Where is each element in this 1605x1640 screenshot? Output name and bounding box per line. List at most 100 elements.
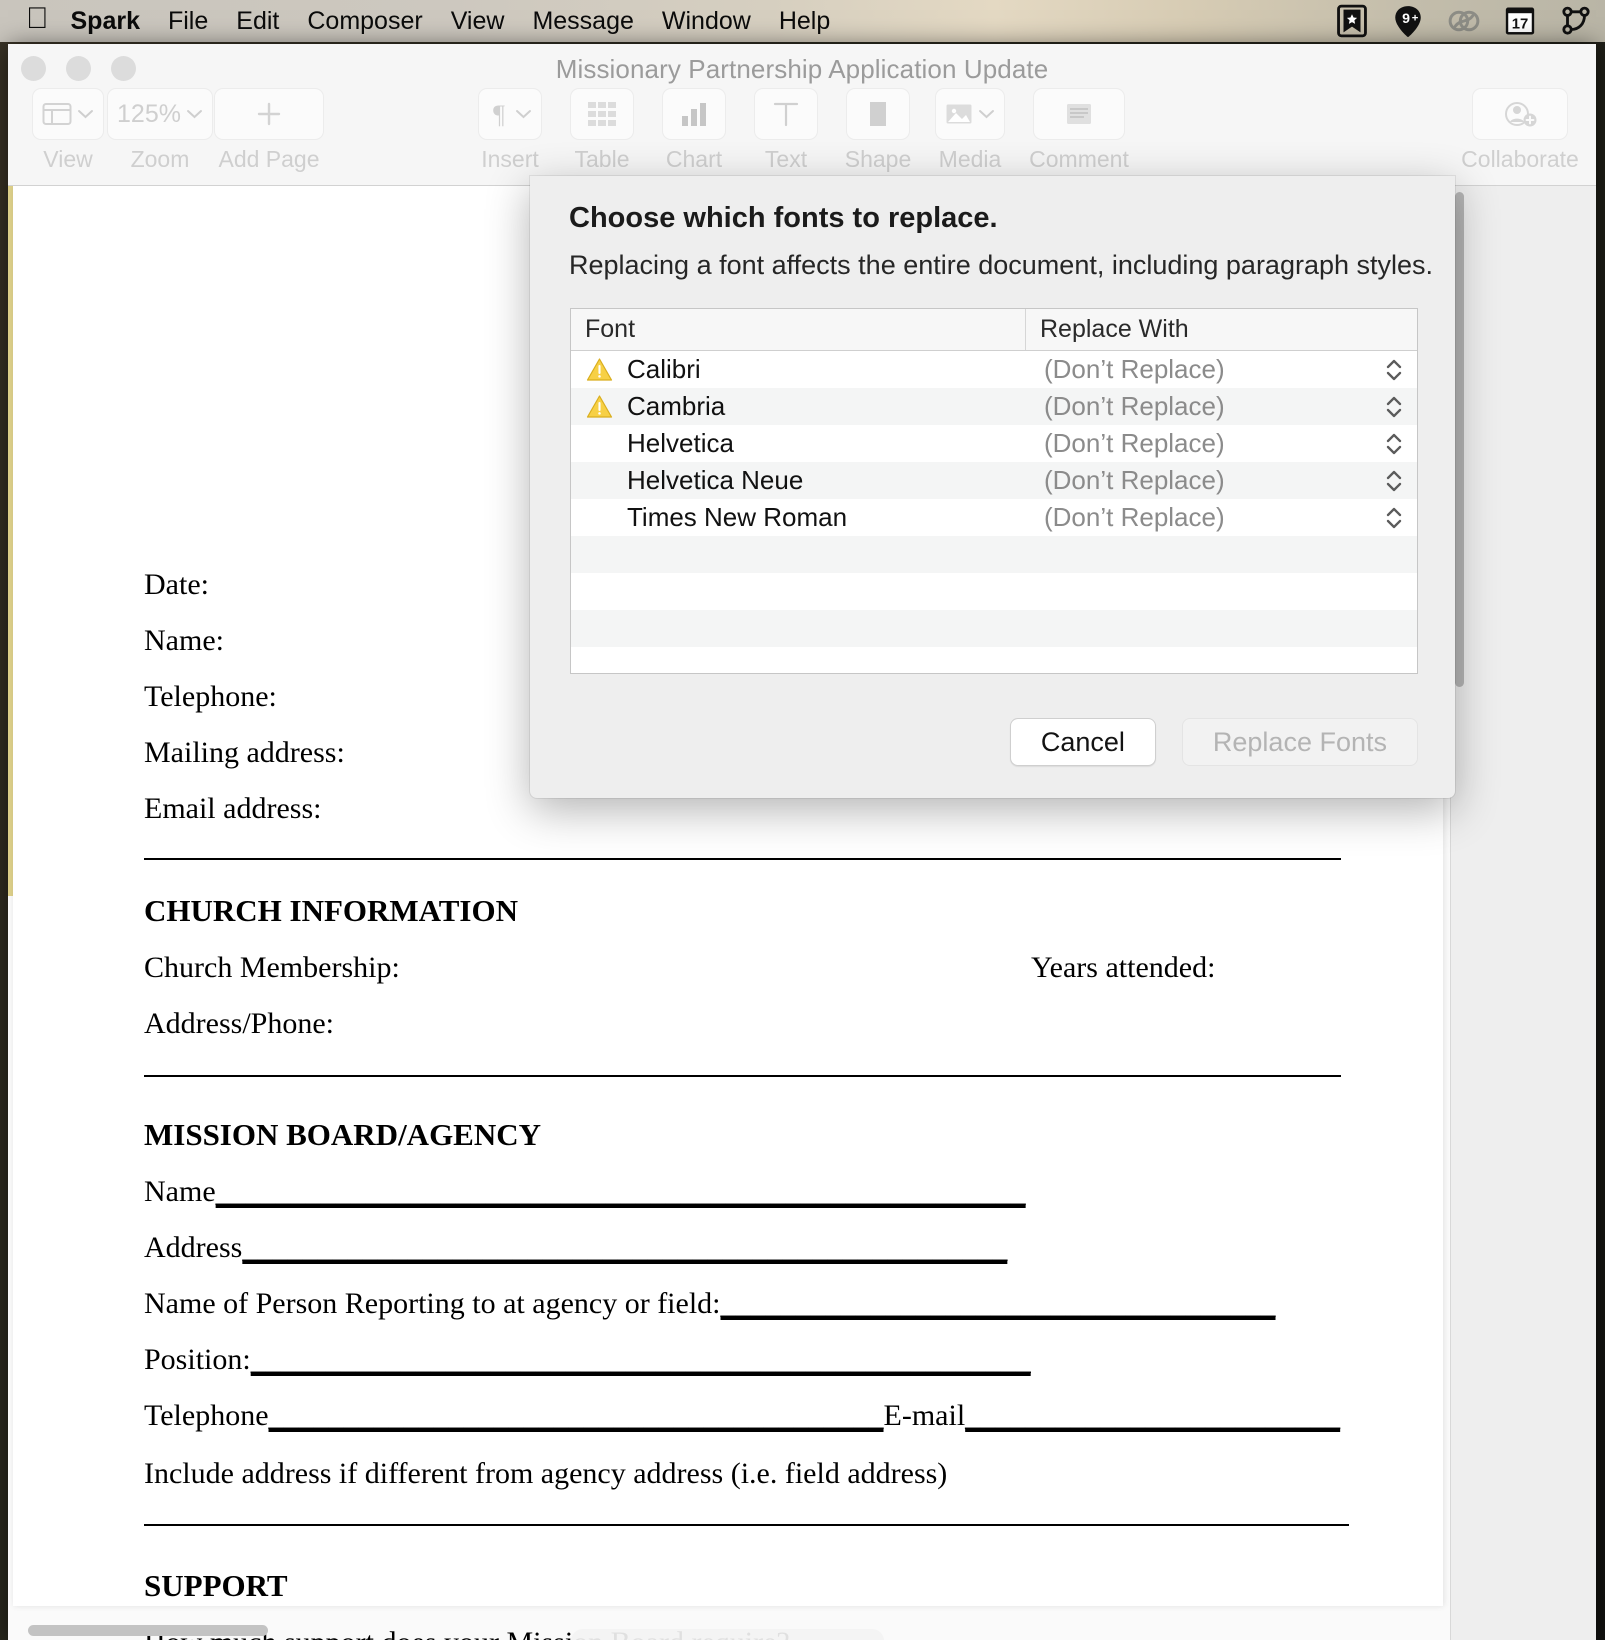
toolbar-media[interactable]: Media (927, 88, 1013, 173)
replace-fonts-button[interactable]: Replace Fonts (1181, 718, 1418, 766)
toolbar-add-page[interactable]: Add Page (209, 88, 329, 173)
doc-field-telephone2-line: ________________________________________… (268, 1399, 884, 1432)
column-header-replace-with: Replace With (1040, 315, 1189, 343)
table-row-empty (571, 610, 1417, 647)
stepper-cell[interactable] (1371, 503, 1417, 533)
menu-item-edit[interactable]: Edit (236, 7, 279, 36)
replace-with-value[interactable]: (Don’t Replace) (1026, 354, 1371, 385)
doc-field-mailing: Mailing address: (144, 736, 345, 769)
chevron-updown-icon[interactable] (1384, 503, 1404, 533)
font-name: Times New Roman (627, 502, 848, 532)
comment-lines-icon (1067, 104, 1091, 124)
menu-item-window[interactable]: Window (662, 7, 751, 36)
menu-item-view[interactable]: View (451, 7, 505, 36)
toolbar-view[interactable]: View (25, 88, 111, 173)
replace-with-value[interactable]: (Don’t Replace) (1026, 391, 1371, 422)
table-row-empty (571, 647, 1417, 684)
menu-item-message[interactable]: Message (532, 7, 633, 36)
table-row[interactable]: Calibri (Don’t Replace) (571, 351, 1417, 388)
toolbar-chart[interactable]: Chart (651, 88, 737, 173)
toolbar-shape[interactable]: Shape (835, 88, 921, 173)
svg-text:17: 17 (1512, 17, 1529, 33)
horizontal-scrollbar-thumb[interactable] (28, 1625, 268, 1636)
table-row-empty (571, 536, 1417, 573)
doc-heading-church: CHURCH INFORMATION (144, 893, 518, 928)
chevron-updown-icon[interactable] (1384, 466, 1404, 496)
svg-text:¶: ¶ (493, 100, 505, 128)
shape-square-icon (870, 102, 886, 126)
doc-field-name: Name: (144, 624, 224, 657)
toolbar-add-page-label: Add Page (218, 146, 320, 172)
shortcuts-node-icon[interactable] (1559, 4, 1593, 38)
menu-bar:  Spark File Edit Composer View Message … (0, 0, 1605, 42)
doc-divider-1 (144, 858, 1341, 860)
table-row[interactable]: Helvetica (Don’t Replace) (571, 425, 1417, 462)
toolbar-table[interactable]: Table (559, 88, 645, 173)
doc-field-email2-line: _________________________ (965, 1399, 1341, 1432)
creative-cloud-icon[interactable] (1447, 4, 1481, 38)
doc-field-mission-address-line: ________________________________________… (242, 1231, 1008, 1264)
doc-field-telephone2-label: Telephone (144, 1399, 269, 1432)
toolbar-view-label: View (43, 146, 93, 172)
table-row-empty (571, 573, 1417, 610)
chevron-updown-icon[interactable] (1384, 392, 1404, 422)
replace-with-value[interactable]: (Don’t Replace) (1026, 428, 1371, 459)
toolbar-text[interactable]: Text (743, 88, 829, 173)
toolbar-media-label: Media (938, 146, 1002, 172)
doc-field-mission-address: Address_________________________________… (144, 1231, 1007, 1265)
menu-item-help[interactable]: Help (779, 7, 830, 36)
warning-triangle-icon (586, 358, 612, 381)
stepper-cell[interactable] (1371, 392, 1417, 422)
notification-badge-9plus-icon[interactable]: 9 + (1391, 4, 1425, 38)
toolbar-insert[interactable]: ¶ Insert (467, 88, 553, 173)
doc-field-position-label: Position: (144, 1343, 251, 1376)
chevron-down-icon (979, 110, 994, 119)
menu-item-file[interactable]: File (168, 7, 208, 36)
bar-chart-icon (682, 103, 706, 126)
toolbar-insert-label: Insert (481, 146, 539, 172)
chevron-updown-icon[interactable] (1384, 429, 1404, 459)
media-photo-icon (946, 104, 972, 124)
stepper-cell[interactable] (1371, 355, 1417, 385)
font-table[interactable]: Font Replace With Calibri (Don’t Replace… (570, 308, 1418, 674)
dialog-title: Choose which fonts to replace. (569, 202, 998, 234)
stepper-cell[interactable] (1371, 429, 1417, 459)
toolbar-collaborate[interactable]: Collaborate (1450, 88, 1590, 173)
toolbar-collaborate-label: Collaborate (1461, 146, 1579, 172)
table-row[interactable]: Times New Roman (Don’t Replace) (571, 499, 1417, 536)
menu-item-composer[interactable]: Composer (307, 7, 422, 36)
doc-field-telephone: Telephone: (144, 680, 277, 713)
replace-with-value[interactable]: (Don’t Replace) (1026, 465, 1371, 496)
chevron-updown-icon[interactable] (1384, 355, 1404, 385)
doc-field-reporting-line: _____________________________________ (720, 1287, 1276, 1320)
toolbar-chart-label: Chart (665, 146, 723, 172)
bookmark-star-icon[interactable] (1335, 4, 1369, 38)
calendar-17-icon[interactable]: 17 (1503, 4, 1537, 38)
doc-field-church-membership: Church Membership: (144, 951, 400, 984)
table-row[interactable]: Cambria (Don’t Replace) (571, 388, 1417, 425)
status-icon-group: 9 + 17 (1335, 4, 1595, 38)
word-count-badge[interactable]: 278 words (571, 1629, 884, 1640)
vertical-scrollbar-thumb[interactable] (1455, 192, 1464, 687)
doc-field-email2-label: E-mail (883, 1399, 966, 1432)
toolbar-zoom[interactable]: 125% Zoom (107, 88, 213, 173)
chevron-down-icon (516, 110, 531, 119)
toolbar-comment[interactable]: Comment (1019, 88, 1139, 173)
menu-item-spark[interactable]: Spark (71, 7, 140, 36)
doc-field-mission-name-label: Name (144, 1175, 216, 1208)
view-panel-icon (42, 103, 72, 125)
toolbar-zoom-label: Zoom (130, 146, 190, 172)
toolbar-text-label: Text (764, 146, 808, 172)
vertical-scrollbar[interactable] (1450, 186, 1596, 1640)
replace-with-value[interactable]: (Don’t Replace) (1026, 502, 1371, 533)
stepper-cell[interactable] (1371, 466, 1417, 496)
toolbar-comment-label: Comment (1029, 146, 1129, 172)
doc-field-years-attended: Years attended: (1031, 951, 1216, 984)
table-row[interactable]: Helvetica Neue (Don’t Replace) (571, 462, 1417, 499)
apple-logo-icon[interactable]:  (26, 4, 49, 34)
add-person-icon (1505, 102, 1537, 127)
warning-cell (571, 394, 627, 419)
cancel-button[interactable]: Cancel (1009, 718, 1156, 766)
doc-divider-3 (144, 1524, 1349, 1526)
toolbar-table-label: Table (574, 146, 630, 172)
